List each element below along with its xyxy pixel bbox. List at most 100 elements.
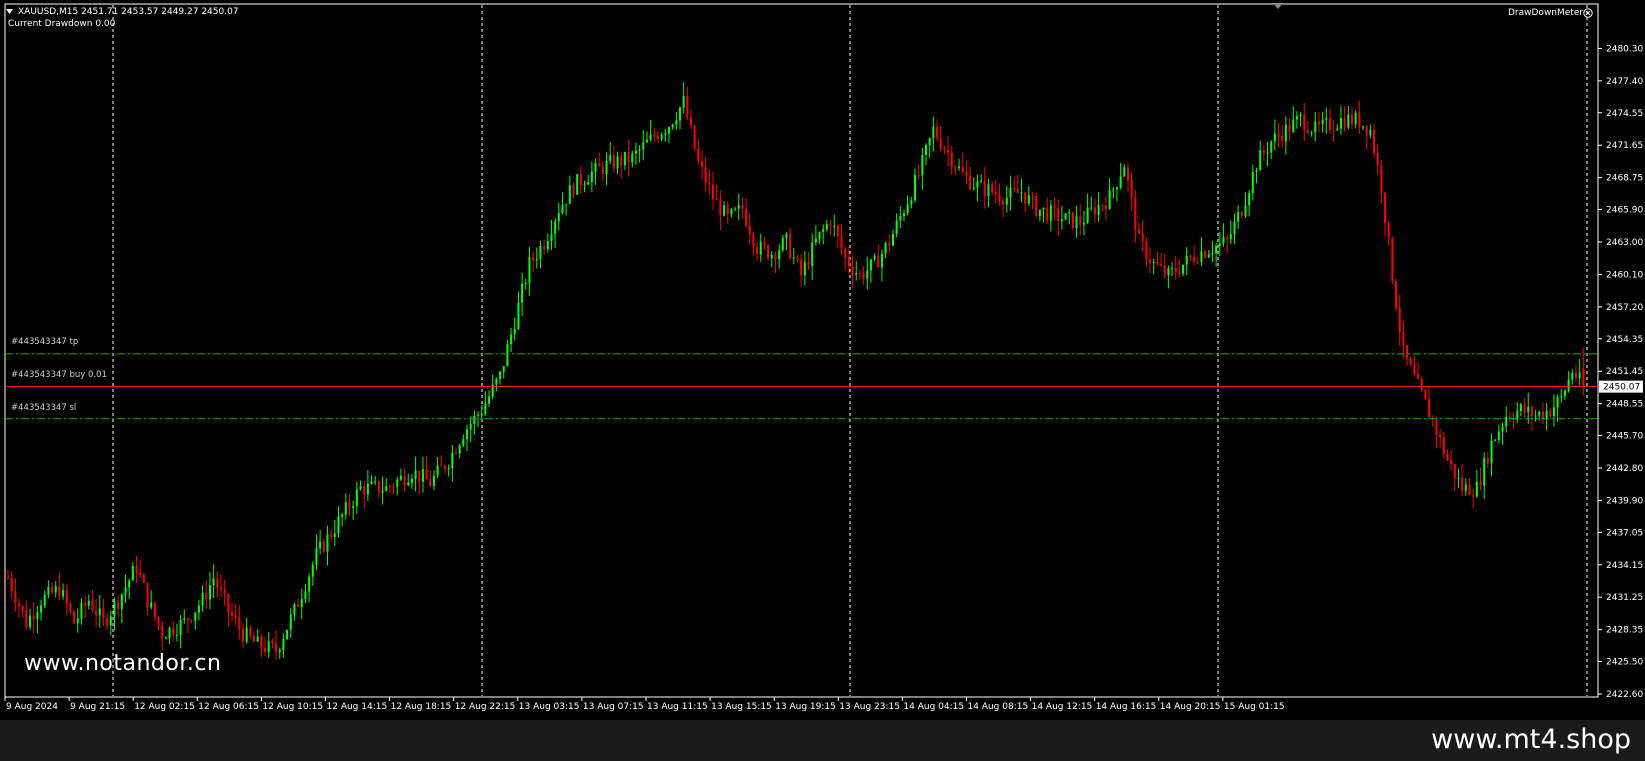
candle-body xyxy=(51,586,54,593)
candle-body xyxy=(469,423,472,430)
candle-body xyxy=(1211,253,1214,255)
scroll-marker-icon[interactable] xyxy=(1273,3,1283,9)
candle-body xyxy=(267,640,270,652)
candle-body xyxy=(1516,411,1519,420)
order-sl-label[interactable]: #443543347 sl xyxy=(11,403,76,413)
candle-body xyxy=(869,259,872,271)
candle-body xyxy=(792,257,795,259)
candle-body xyxy=(1560,396,1563,398)
candle-body xyxy=(1483,458,1486,486)
candle-body xyxy=(135,566,138,573)
candle-body xyxy=(1093,207,1096,215)
candle-body xyxy=(179,619,182,635)
candle-body xyxy=(348,502,351,508)
candle-body xyxy=(991,184,994,193)
candle-body xyxy=(1134,197,1137,230)
candle-body xyxy=(47,586,50,595)
candle-body xyxy=(242,628,245,642)
candle-body xyxy=(811,242,814,266)
candle-body xyxy=(1090,207,1093,209)
candle-body xyxy=(1365,126,1368,136)
candle-body xyxy=(803,262,806,276)
candle-body xyxy=(1060,219,1063,222)
candle-body xyxy=(601,166,604,175)
candle-body xyxy=(392,486,395,488)
candle-body xyxy=(1494,439,1497,441)
candle-body xyxy=(708,183,711,185)
candle-body xyxy=(748,225,751,235)
candle-body xyxy=(330,534,333,537)
x-tick-label: 13 Aug 11:15 xyxy=(647,702,708,712)
candle-body xyxy=(814,238,817,243)
candle-body xyxy=(1571,372,1574,380)
candle-body xyxy=(1035,195,1038,217)
close-circle-icon[interactable] xyxy=(1583,8,1593,18)
candle-body xyxy=(1229,234,1232,240)
candle-body xyxy=(1152,262,1155,264)
candle-body xyxy=(1321,119,1324,125)
candle-body xyxy=(65,590,68,604)
triangle-down-icon[interactable] xyxy=(6,9,13,15)
chart-window[interactable]: 2480.30 2477.40 2474.55 2471.65 2468.75 2465.… xyxy=(0,0,1645,720)
candle-body xyxy=(98,608,101,616)
candle-body xyxy=(961,166,964,173)
candle-body xyxy=(84,603,87,606)
candle-body xyxy=(403,475,406,486)
candle-body xyxy=(840,235,843,249)
candle-body xyxy=(906,204,909,214)
candle-body xyxy=(234,615,237,618)
order-buy-label[interactable]: #443543347 buy 0.01 xyxy=(11,370,107,380)
candle-body xyxy=(785,233,788,239)
candle-body xyxy=(282,639,285,650)
candle-body xyxy=(212,578,215,586)
candle-body xyxy=(1317,121,1320,125)
current-price-label: 2450.07 xyxy=(1603,383,1640,393)
candle-body xyxy=(557,213,560,222)
candle-body xyxy=(965,172,968,176)
candle-body xyxy=(370,481,373,484)
y-tick-label: 2439.90 xyxy=(1606,496,1643,506)
candlestick-chart[interactable]: 2480.30 2477.40 2474.55 2471.65 2468.75 2465.… xyxy=(0,0,1645,720)
candle-body xyxy=(29,615,32,628)
candle-body xyxy=(1574,372,1577,378)
indicator-name: DrawDownMeter xyxy=(1508,8,1584,18)
candle-body xyxy=(1306,130,1309,133)
candle-body xyxy=(21,606,24,611)
candle-body xyxy=(1567,379,1570,391)
candle-body xyxy=(1266,152,1269,154)
candle-body xyxy=(146,582,149,608)
candle-body xyxy=(954,166,957,169)
candle-body xyxy=(374,481,377,483)
candle-body xyxy=(884,242,887,254)
candle-body xyxy=(499,371,502,379)
y-tick-label: 2460.10 xyxy=(1606,270,1643,280)
y-tick-label: 2465.90 xyxy=(1606,206,1643,216)
y-tick-label: 2422.60 xyxy=(1606,690,1643,700)
candle-body xyxy=(1123,167,1126,177)
candle-body xyxy=(1380,164,1383,193)
y-tick-label: 2474.55 xyxy=(1606,109,1643,119)
candle-body xyxy=(554,221,557,235)
candle-body xyxy=(363,486,366,495)
candle-body xyxy=(579,174,582,186)
order-tp-label[interactable]: #443543347 tp xyxy=(11,337,78,347)
candle-body xyxy=(128,580,131,588)
candle-body xyxy=(910,200,913,205)
x-tick-label: 13 Aug 15:15 xyxy=(711,702,772,712)
candle-body xyxy=(186,618,189,621)
candle-body xyxy=(366,483,369,495)
candle-body xyxy=(763,241,766,246)
candle-body xyxy=(1545,410,1548,419)
candle-body xyxy=(568,185,571,204)
candle-body xyxy=(1156,262,1159,265)
candle-body xyxy=(275,643,278,652)
watermark-right: www.mt4.shop xyxy=(1431,724,1631,755)
candle-body xyxy=(980,180,983,182)
candle-body xyxy=(543,245,546,250)
x-tick-label: 14 Aug 12:15 xyxy=(1032,702,1093,712)
candle-body xyxy=(1016,188,1019,193)
candle-body xyxy=(983,180,986,196)
candle-body xyxy=(319,541,322,549)
candle-body xyxy=(1464,484,1467,491)
candle-body xyxy=(576,174,579,195)
